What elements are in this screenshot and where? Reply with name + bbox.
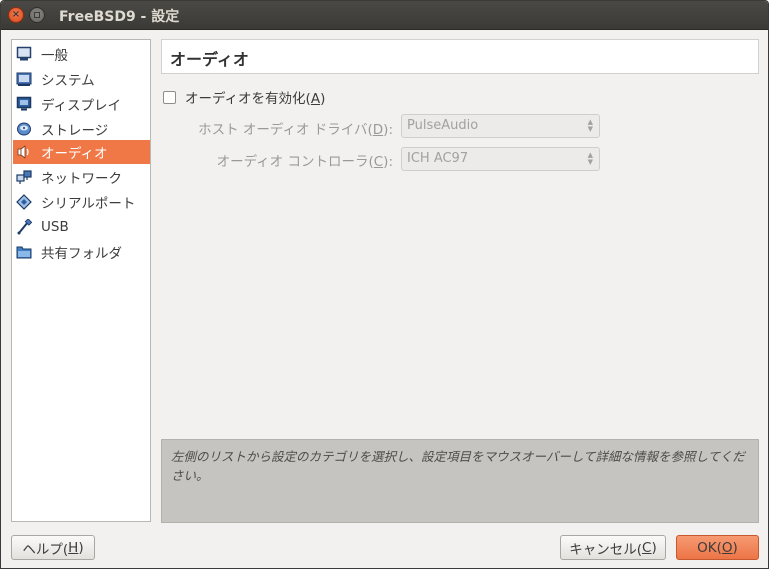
host-audio-driver-select[interactable]: PulseAudio ▲ ▼ — [401, 114, 600, 138]
spin-arrows-icon: ▲ ▼ — [587, 151, 593, 166]
window-title: FreeBSD9 - 設定 — [59, 9, 180, 25]
sidebar-item-serial-port[interactable]: シリアルポート — [13, 190, 150, 214]
settings-window: × FreeBSD9 - 設定 一般 システム ディスプレイ ストレージ オーデ… — [0, 0, 769, 569]
usb-icon — [15, 218, 33, 236]
page-title: オーディオ — [170, 50, 249, 69]
enable-audio-label: オーディオを有効化(A) — [185, 91, 326, 107]
cancel-button[interactable]: キャンセル(C) — [560, 535, 666, 560]
disk-icon — [15, 120, 33, 138]
monitor-icon — [15, 45, 33, 63]
close-icon: × — [11, 9, 21, 20]
sidebar-item-usb[interactable]: USB — [13, 215, 150, 239]
sidebar-item-display[interactable]: ディスプレイ — [13, 92, 150, 116]
network-icon — [15, 168, 33, 186]
sidebar-item-network[interactable]: ネットワーク — [13, 165, 150, 189]
host-audio-driver-label: ホスト オーディオ ドライバ(D): — [198, 122, 393, 138]
audio-controller-label: オーディオ コントローラ(C): — [216, 154, 393, 170]
sidebar-item-general[interactable]: 一般 — [13, 42, 150, 66]
sidebar-item-audio[interactable]: オーディオ — [13, 140, 150, 164]
close-button[interactable]: × — [8, 7, 24, 23]
chip-icon — [15, 70, 33, 88]
title-bar[interactable]: × FreeBSD9 - 設定 — [1, 1, 768, 30]
speaker-icon — [15, 143, 33, 161]
minimize-button[interactable] — [29, 7, 45, 23]
audio-controller-select[interactable]: ICH AC97 ▲ ▼ — [401, 147, 600, 171]
ok-button[interactable]: OK(O) — [676, 535, 759, 560]
sidebar-item-shared-folders[interactable]: 共有フォルダ — [13, 240, 150, 264]
enable-audio-checkbox[interactable] — [163, 90, 176, 104]
help-button[interactable]: ヘルプ(H) — [11, 535, 95, 560]
spin-arrows-icon: ▲ ▼ — [587, 118, 593, 133]
sidebar-item-storage[interactable]: ストレージ — [13, 117, 150, 141]
settings-category-list: 一般 システム ディスプレイ ストレージ オーディオ ネットワーク シリアルポー… — [11, 39, 151, 522]
info-panel: 左側のリストから設定のカテゴリを選択し、設定項目をマウスオーバーして詳細な情報を… — [161, 439, 759, 523]
serial-port-icon — [15, 193, 33, 211]
sidebar-item-system[interactable]: システム — [13, 67, 150, 91]
folder-icon — [15, 243, 33, 261]
display-icon — [15, 95, 33, 113]
enable-audio-checkbox-row[interactable]: オーディオを有効化(A) — [163, 87, 325, 107]
page-header: オーディオ — [161, 39, 759, 74]
minimize-icon — [34, 12, 40, 18]
